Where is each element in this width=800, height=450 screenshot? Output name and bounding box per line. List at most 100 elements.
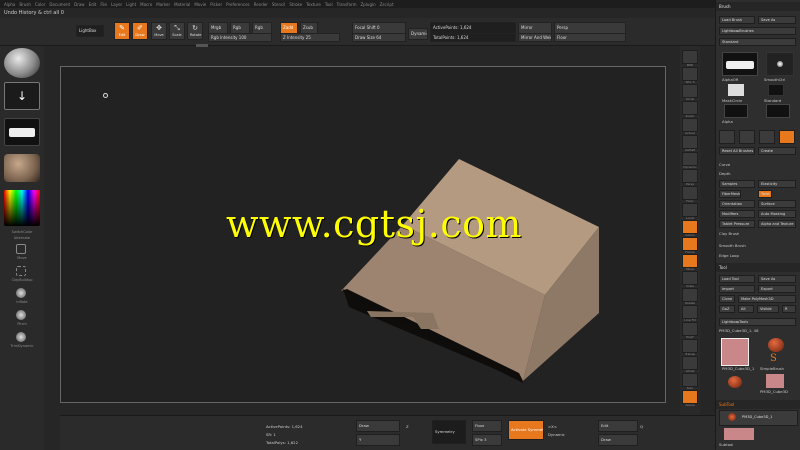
- depth-section[interactable]: Depth: [719, 171, 731, 178]
- inflate-brush-icon[interactable]: [16, 288, 26, 298]
- y-slider[interactable]: Y: [356, 434, 400, 446]
- alpha-brush-thumb[interactable]: [724, 104, 748, 118]
- brush-size-slider[interactable]: Standard: [719, 38, 796, 46]
- floor-toggle[interactable]: Floor: [472, 420, 502, 432]
- fibermesh-slider[interactable]: FiberMesh: [719, 190, 741, 198]
- shelf-button-aahalf[interactable]: [682, 135, 698, 149]
- all-button[interactable]: All: [738, 305, 754, 313]
- menu-item-layer[interactable]: Layer: [111, 2, 122, 7]
- twist-toggle[interactable]: Twist: [758, 190, 772, 198]
- menu-item-material[interactable]: Material: [174, 2, 190, 7]
- smooth-ctrl-thumb[interactable]: [766, 52, 794, 76]
- menu-item-color[interactable]: Color: [35, 2, 45, 7]
- alpha-brush-thumb-2[interactable]: [766, 104, 790, 118]
- sphere-tool-thumb[interactable]: [728, 376, 742, 388]
- load-brush-button[interactable]: Load Brush: [719, 16, 755, 24]
- shelf-button-rotate[interactable]: [682, 288, 698, 302]
- alpha-off-thumb[interactable]: [722, 52, 758, 76]
- modifiers-slider[interactable]: Modifiers: [719, 210, 755, 218]
- menu-item-document[interactable]: Document: [49, 2, 70, 7]
- shelf-button-floor[interactable]: [682, 186, 698, 200]
- orientation-slider[interactable]: Orientation: [719, 200, 755, 208]
- subtool-thumb[interactable]: [724, 428, 754, 440]
- shelf-button-solo[interactable]: [682, 373, 698, 387]
- menu-item-edit[interactable]: Edit: [89, 2, 97, 7]
- menu-item-alpha[interactable]: Alpha: [4, 2, 15, 7]
- surface-slider[interactable]: Surface: [758, 200, 796, 208]
- auto-masking-slider[interactable]: Auto Masking: [758, 210, 796, 218]
- standard-thumb[interactable]: [768, 84, 784, 96]
- import-button[interactable]: Import: [719, 285, 755, 293]
- goz-button[interactable]: GoZ: [719, 305, 735, 313]
- spix-slider[interactable]: SPix 3: [472, 434, 502, 446]
- brush-icon-2[interactable]: [739, 130, 755, 144]
- brush-save-as-button[interactable]: Save As: [758, 16, 796, 24]
- menu-item-file[interactable]: File: [100, 2, 107, 7]
- menu-item-zplugin[interactable]: Zplugin: [361, 2, 376, 7]
- shelf-button-actual[interactable]: [682, 118, 698, 132]
- shelf-button-scale[interactable]: [682, 271, 698, 285]
- subtool-item[interactable]: PM3D_Cube3D_1: [719, 410, 798, 426]
- shelf-button-dynamic[interactable]: [682, 152, 698, 166]
- menu-item-zscript[interactable]: Zscript: [380, 2, 394, 7]
- shelf-button-persp[interactable]: [682, 169, 698, 183]
- scroll-handle[interactable]: [196, 44, 208, 47]
- menu-item-texture[interactable]: Texture: [306, 2, 321, 7]
- material-thumbnail[interactable]: [4, 154, 40, 182]
- menu-item-picker[interactable]: Picker: [210, 2, 222, 7]
- floor-dropdown[interactable]: Floor: [554, 33, 626, 42]
- shelf-button-zoom[interactable]: [682, 101, 698, 115]
- switch-color-label[interactable]: SwitchColor: [2, 230, 42, 234]
- shelf-button-transp[interactable]: [682, 339, 698, 353]
- shelf-button-gizmo[interactable]: [682, 220, 698, 234]
- tablet-pressure-slider[interactable]: Tablet Pressure: [719, 220, 755, 228]
- cube-tool-thumb[interactable]: [721, 338, 749, 366]
- menu-item-light[interactable]: Light: [126, 2, 136, 7]
- edit-button[interactable]: ✎ Edit: [114, 22, 130, 40]
- activate-symmetry-button[interactable]: Activate Symmetry: [508, 420, 544, 440]
- shelf-button-scroll[interactable]: [682, 84, 698, 98]
- load-tool-button[interactable]: Load Tool: [719, 275, 755, 283]
- brush-icon-1[interactable]: [719, 130, 735, 144]
- brush-thumbnail[interactable]: [4, 48, 40, 78]
- menu-item-transform[interactable]: Transform: [337, 2, 357, 7]
- move-button[interactable]: ✥ Move: [151, 22, 167, 40]
- z-intensity-slider[interactable]: Z Intensity 25: [280, 33, 340, 42]
- smooth-brush-section[interactable]: Smooth Brush: [719, 243, 746, 250]
- edit-mode-slider[interactable]: Edit: [598, 420, 638, 432]
- samples-slider[interactable]: Samples: [719, 180, 755, 188]
- menu-item-stencil[interactable]: Stencil: [272, 2, 286, 7]
- menu-item-brush[interactable]: Brush: [19, 2, 31, 7]
- menu-item-marker[interactable]: Marker: [156, 2, 170, 7]
- make-polymesh-button[interactable]: Make PolyMesh3D: [738, 295, 796, 303]
- elasticity-slider[interactable]: Elasticity: [758, 180, 796, 188]
- dynamic-button[interactable]: Dynamic: [408, 28, 428, 40]
- draw-size-slider[interactable]: Draw Size 64: [352, 33, 406, 42]
- draw-slider[interactable]: Draw: [356, 420, 400, 432]
- shelf-button-move[interactable]: [682, 254, 698, 268]
- menu-item-tool[interactable]: Tool: [325, 2, 333, 7]
- curve-section[interactable]: Curve: [719, 162, 730, 169]
- shelf-button-spix-3[interactable]: [682, 67, 698, 81]
- mask-circle-thumb[interactable]: [728, 84, 744, 96]
- color-picker[interactable]: [4, 190, 40, 226]
- brush-icon-3[interactable]: [759, 130, 775, 144]
- lightbox-tools-button[interactable]: Lightbox▸Tools: [719, 318, 796, 326]
- lightbox-brushes-button[interactable]: Lightbox▸Brushes: [719, 27, 796, 35]
- brush-icon-4[interactable]: [779, 130, 795, 144]
- alpha-texture-slider[interactable]: Alpha and Texture: [758, 220, 796, 228]
- menu-item-stroke[interactable]: Stroke: [289, 2, 302, 7]
- shelf-button-polyf[interactable]: [682, 322, 698, 336]
- shelf-button-frame[interactable]: [682, 237, 698, 251]
- shelf-button-bpr[interactable]: [682, 50, 698, 64]
- create-button[interactable]: Create: [758, 147, 796, 155]
- lightbox-button[interactable]: LightBox: [76, 25, 104, 37]
- tool-save-as-button[interactable]: Save As: [758, 275, 796, 283]
- menu-item-draw[interactable]: Draw: [74, 2, 84, 7]
- reset-all-brushes[interactable]: Reset All Brushes: [719, 147, 755, 155]
- r-button[interactable]: R: [782, 305, 796, 313]
- x-axis-label[interactable]: >X<: [548, 424, 557, 429]
- draw-button[interactable]: ✐ Draw: [132, 22, 148, 40]
- trim-dynamic-brush-icon[interactable]: [16, 332, 26, 342]
- shelf-button-line-fill[interactable]: [682, 305, 698, 319]
